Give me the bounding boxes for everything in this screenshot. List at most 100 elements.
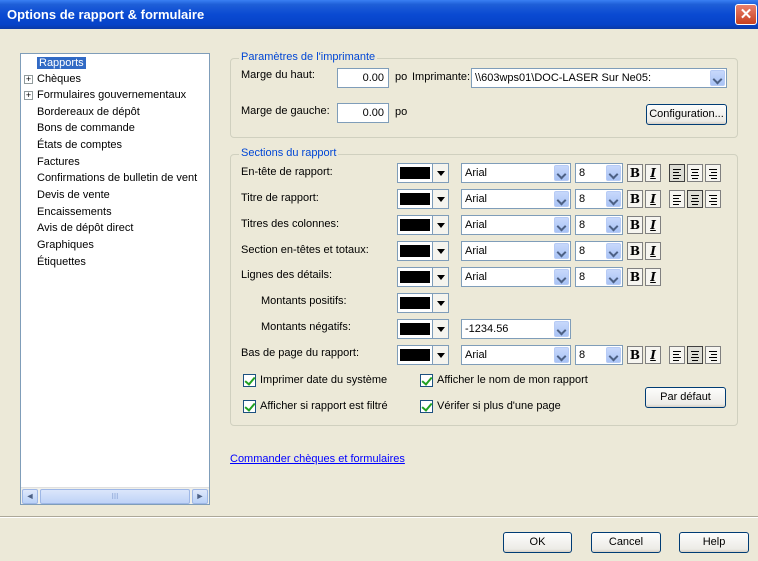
scroll-right-icon[interactable]: ► [192, 489, 208, 504]
size-select[interactable]: 8 [575, 189, 623, 209]
cancel-button[interactable]: Cancel [591, 532, 661, 553]
category-tree[interactable]: Rapports + Chèques + Formulaires gouvern… [20, 53, 210, 505]
color-picker[interactable] [397, 241, 449, 261]
size-select[interactable]: 8 [575, 215, 623, 235]
horizontal-scrollbar[interactable]: ◄ III ► [21, 487, 209, 504]
align-right-icon[interactable] [705, 164, 721, 182]
tree-item-bons-de-commande[interactable]: Bons de commande [37, 120, 135, 136]
bold-button[interactable]: B [627, 216, 643, 234]
chevron-down-icon[interactable] [606, 165, 621, 181]
chevron-down-icon[interactable] [432, 242, 448, 260]
color-picker[interactable] [397, 189, 449, 209]
tree-item-etiquettes[interactable]: Étiquettes [37, 254, 86, 270]
tree-item-avis-de-depot-direct[interactable]: Avis de dépôt direct [37, 220, 133, 236]
color-picker[interactable] [397, 267, 449, 287]
align-right-icon[interactable] [705, 346, 721, 364]
tree-item-devis-de-vente[interactable]: Devis de vente [37, 187, 110, 203]
printer-select[interactable]: \\603wps01\DOC-LASER Sur Ne05: [471, 68, 727, 88]
align-left-icon[interactable] [669, 346, 685, 364]
chevron-down-icon[interactable] [432, 268, 448, 286]
close-button[interactable]: ✕ [735, 4, 757, 25]
align-left-icon[interactable] [669, 190, 685, 208]
italic-button[interactable]: I [645, 164, 661, 182]
chevron-down-icon[interactable] [554, 191, 569, 207]
chevron-down-icon[interactable] [710, 70, 725, 86]
font-select[interactable]: Arial [461, 215, 571, 235]
tree-item-cheques[interactable]: + Chèques [24, 71, 81, 87]
chevron-down-icon[interactable] [606, 269, 621, 285]
chevron-down-icon[interactable] [606, 347, 621, 363]
print-date-checkbox[interactable] [243, 374, 256, 387]
chevron-down-icon[interactable] [432, 164, 448, 182]
show-filtered-checkbox[interactable] [243, 400, 256, 413]
chevron-down-icon[interactable] [432, 294, 448, 312]
left-margin-input[interactable]: 0.00 [337, 103, 389, 123]
default-button[interactable]: Par défaut [645, 387, 726, 408]
font-select[interactable]: Arial [461, 163, 571, 183]
configuration-button[interactable]: Configuration... [646, 104, 727, 125]
bold-button[interactable]: B [627, 190, 643, 208]
align-center-icon[interactable] [687, 164, 703, 182]
color-picker[interactable] [397, 293, 449, 313]
font-select[interactable]: Arial [461, 345, 571, 365]
font-select[interactable]: Arial [461, 241, 571, 261]
expand-icon[interactable]: + [24, 75, 33, 84]
chevron-down-icon[interactable] [432, 190, 448, 208]
help-button[interactable]: Help [679, 532, 749, 553]
chevron-down-icon[interactable] [554, 269, 569, 285]
italic-button[interactable]: I [645, 190, 661, 208]
section-label-montants-negatifs: Montants négatifs: [261, 321, 351, 333]
ok-button[interactable]: OK [503, 532, 572, 553]
align-center-icon[interactable] [687, 346, 703, 364]
chevron-down-icon[interactable] [554, 165, 569, 181]
italic-button[interactable]: I [645, 216, 661, 234]
font-select[interactable]: Arial [461, 189, 571, 209]
chevron-down-icon[interactable] [432, 216, 448, 234]
color-picker[interactable] [397, 215, 449, 235]
check-multipage-checkbox[interactable] [420, 400, 433, 413]
tree-item-rapports[interactable]: Rapports [37, 55, 86, 71]
chevron-down-icon[interactable] [554, 243, 569, 259]
chevron-down-icon[interactable] [606, 217, 621, 233]
bold-button[interactable]: B [627, 164, 643, 182]
size-select[interactable]: 8 [575, 345, 623, 365]
order-cheques-link[interactable]: Commander chèques et formulaires [230, 453, 405, 465]
scroll-left-icon[interactable]: ◄ [22, 489, 38, 504]
italic-button[interactable]: I [645, 242, 661, 260]
tree-item-etats-de-comptes[interactable]: États de comptes [37, 137, 122, 153]
chevron-down-icon[interactable] [554, 347, 569, 363]
size-select[interactable]: 8 [575, 267, 623, 287]
bold-button[interactable]: B [627, 346, 643, 364]
chevron-down-icon[interactable] [432, 320, 448, 338]
color-picker[interactable] [397, 345, 449, 365]
chevron-down-icon[interactable] [554, 217, 569, 233]
chevron-down-icon[interactable] [554, 321, 569, 337]
bold-button[interactable]: B [627, 242, 643, 260]
tree-item-encaissements[interactable]: Encaissements [37, 204, 112, 220]
chevron-down-icon[interactable] [606, 243, 621, 259]
align-right-icon[interactable] [705, 190, 721, 208]
size-select[interactable]: 8 [575, 163, 623, 183]
align-center-icon[interactable] [687, 190, 703, 208]
negative-format-select[interactable]: -1234.56 [461, 319, 571, 339]
expand-icon[interactable]: + [24, 91, 33, 100]
tree-item-factures[interactable]: Factures [37, 154, 80, 170]
size-select[interactable]: 8 [575, 241, 623, 261]
scrollbar-thumb[interactable]: III [40, 489, 190, 504]
tree-item-graphiques[interactable]: Graphiques [37, 237, 94, 253]
tree-item-confirmations[interactable]: Confirmations de bulletin de vent [37, 170, 197, 186]
show-report-name-checkbox[interactable] [420, 374, 433, 387]
top-margin-input[interactable]: 0.00 [337, 68, 389, 88]
tree-item-bordereaux-de-depot[interactable]: Bordereaux de dépôt [37, 104, 140, 120]
chevron-down-icon[interactable] [606, 191, 621, 207]
italic-button[interactable]: I [645, 268, 661, 286]
tree-item-label: Rapports [37, 57, 86, 69]
tree-item-formulaires-gouvernementaux[interactable]: + Formulaires gouvernementaux [24, 87, 186, 103]
color-picker[interactable] [397, 319, 449, 339]
chevron-down-icon[interactable] [432, 346, 448, 364]
align-left-icon[interactable] [669, 164, 685, 182]
bold-button[interactable]: B [627, 268, 643, 286]
color-picker[interactable] [397, 163, 449, 183]
italic-button[interactable]: I [645, 346, 661, 364]
font-select[interactable]: Arial [461, 267, 571, 287]
